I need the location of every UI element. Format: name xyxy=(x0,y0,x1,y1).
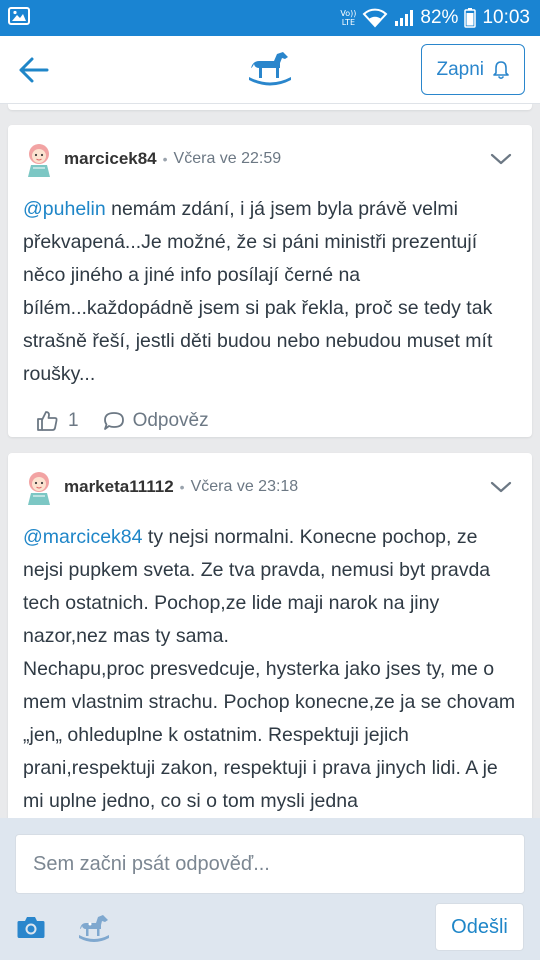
battery-percent: 82% xyxy=(420,7,459,28)
reply-input[interactable] xyxy=(15,834,525,894)
chevron-down-icon[interactable] xyxy=(490,480,512,494)
comment-username[interactable]: marcicek84 xyxy=(64,149,157,169)
comment-actions: 1 Odpověz xyxy=(22,401,516,441)
back-button[interactable] xyxy=(15,52,51,88)
camera-icon xyxy=(17,917,45,938)
reply-button[interactable]: Odpověz xyxy=(103,410,209,432)
wifi-icon xyxy=(362,8,388,28)
notify-label: Zapni xyxy=(436,58,484,80)
bell-icon xyxy=(493,60,509,79)
comment-body: @puhelin nemám zdání, i já jsem byla prá… xyxy=(22,193,516,391)
comment-timestamp: Včera ve 23:18 xyxy=(190,478,299,495)
signal-icon xyxy=(394,9,414,27)
like-count: 1 xyxy=(68,410,79,431)
notify-button[interactable]: Zapni xyxy=(421,44,525,95)
avatar[interactable] xyxy=(22,140,56,178)
camera-button[interactable] xyxy=(16,914,46,945)
comment-header: marcicek84 • Včera ve 22:59 xyxy=(22,139,516,179)
battery-icon xyxy=(464,8,477,28)
arrow-left-icon xyxy=(19,57,49,82)
separator-dot: • xyxy=(179,479,185,495)
comment-feed[interactable]: marcicek84 • Včera ve 22:59 @puhelin nem… xyxy=(0,104,540,818)
chevron-down-icon[interactable] xyxy=(490,152,512,166)
reply-label: Odpověz xyxy=(132,410,209,431)
status-bar: Vo)) LTE 82% 10:03 xyxy=(0,0,540,36)
rocking-horse-logo[interactable] xyxy=(247,46,293,97)
sticker-button[interactable] xyxy=(77,912,111,947)
clock: 10:03 xyxy=(482,7,530,28)
comment-timestamp: Včera ve 22:59 xyxy=(173,150,282,167)
reply-composer: Odešli xyxy=(0,818,540,960)
comment-username[interactable]: marketa11112 xyxy=(64,477,174,497)
horse-sticker-icon xyxy=(79,915,109,942)
comment-body: @marcicek84 ty nejsi normalni. Konecne p… xyxy=(22,521,516,818)
comment-header: marketa11112 • Včera ve 23:18 xyxy=(22,467,516,507)
image-notification-icon xyxy=(8,6,30,30)
separator-dot: • xyxy=(162,151,168,167)
thumbs-up-icon xyxy=(37,411,58,431)
speech-bubble-icon xyxy=(103,412,124,430)
send-button[interactable]: Odešli xyxy=(435,903,524,951)
volte-indicator: Vo)) LTE xyxy=(340,9,357,27)
previous-comment-card xyxy=(8,104,532,110)
comment-mention[interactable]: @puhelin xyxy=(23,198,106,220)
comment-mention[interactable]: @marcicek84 xyxy=(23,526,143,548)
comment-text: nemám zdání, i já jsem byla právě velmi … xyxy=(23,198,493,385)
comment-card: marcicek84 • Včera ve 22:59 @puhelin nem… xyxy=(8,125,532,437)
avatar[interactable] xyxy=(22,468,56,506)
comment-text: Nechapu,proc presvedcuje, hysterka jako … xyxy=(23,658,516,812)
app-bar: Zapni xyxy=(0,36,540,104)
like-button[interactable]: 1 xyxy=(22,410,79,432)
comment-card: marketa11112 • Včera ve 23:18 @marcicek8… xyxy=(8,453,532,818)
